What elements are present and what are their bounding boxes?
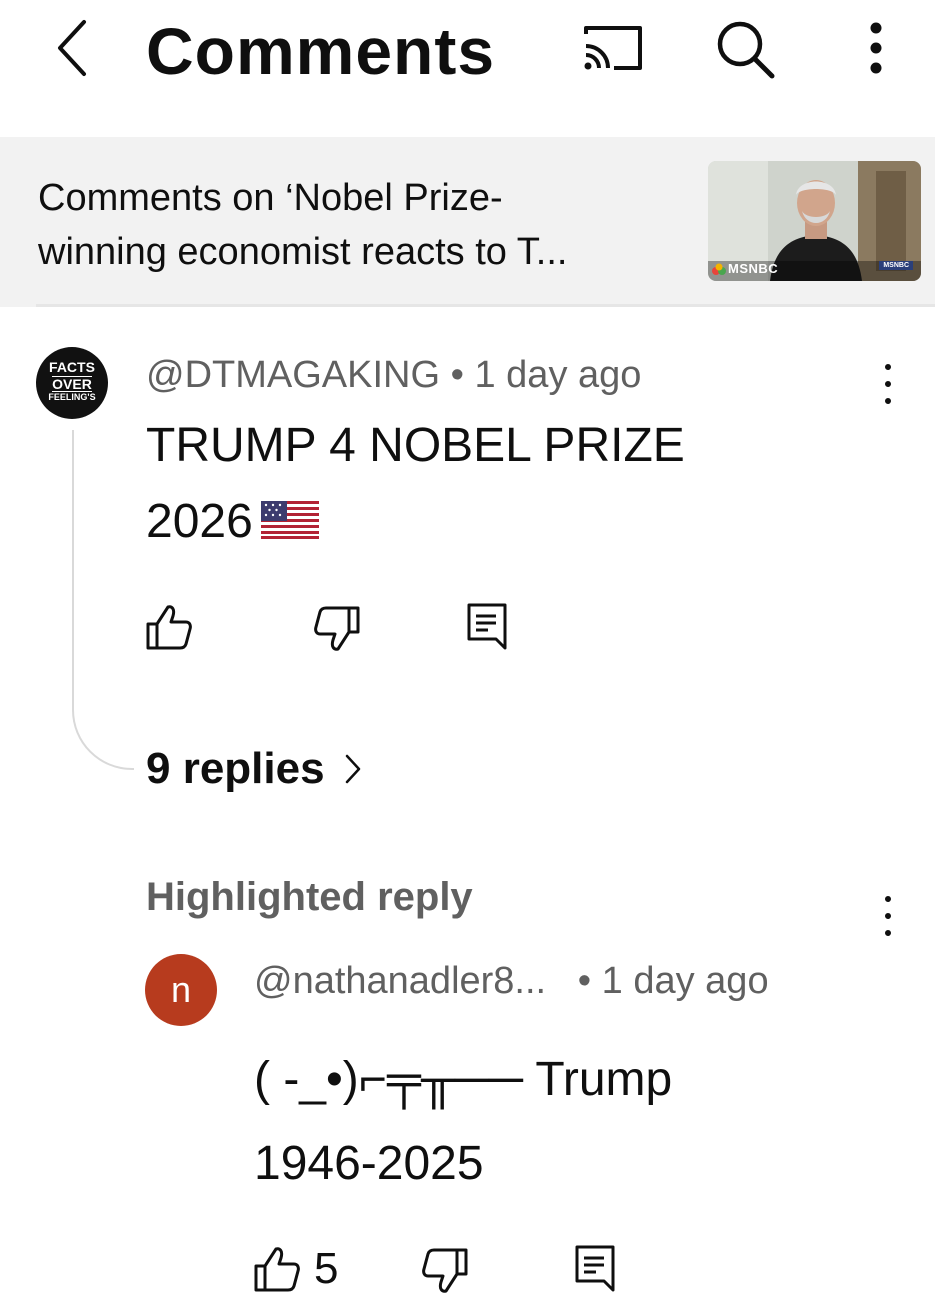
- video-title: Comments on ‘Nobel Prize- winning econom…: [38, 171, 698, 279]
- reply-like-button[interactable]: [252, 1244, 302, 1294]
- thumbs-down-icon: [314, 606, 360, 651]
- avatar-text-3: FEELING'S: [48, 392, 96, 402]
- dot-icon: [885, 896, 891, 902]
- search-icon: [717, 21, 775, 79]
- more-options-button[interactable]: [858, 18, 894, 80]
- comment-meta: @DTMAGAKING • 1 day ago: [146, 352, 641, 398]
- us-flag-emoji: [260, 486, 319, 562]
- thumbs-down-icon: [422, 1248, 468, 1293]
- reply-button[interactable]: [464, 602, 514, 652]
- back-button[interactable]: [48, 14, 96, 82]
- view-replies-button[interactable]: 9 replies: [146, 740, 363, 798]
- video-title-line-1: Comments on ‘Nobel Prize-: [38, 177, 503, 219]
- chevron-left-icon: [58, 20, 86, 76]
- dislike-button[interactable]: [312, 604, 362, 654]
- comment-text-line-2-text: 2026: [146, 495, 253, 548]
- dot-icon: [885, 930, 891, 936]
- divider: [36, 304, 935, 307]
- reply-time: 1 day ago: [601, 960, 769, 1002]
- avatar-letter: n: [170, 969, 192, 1010]
- reply-text-line-2: 1946-2025: [254, 1137, 484, 1190]
- comment-text-line-1: TRUMP 4 NOBEL PRIZE: [146, 419, 685, 472]
- comment-reply-icon: [575, 1245, 615, 1292]
- reply-text-line-1: ( -_•)⌐╤╥── Trump: [254, 1053, 673, 1106]
- us-flag-icon: [260, 501, 319, 540]
- highlighted-reply-label: Highlighted reply: [146, 875, 473, 919]
- comment-time: 1 day ago: [474, 354, 642, 396]
- reply-author-avatar[interactable]: n: [145, 954, 217, 1026]
- reply-author[interactable]: @nathanadler8...: [254, 960, 546, 1002]
- top-app-bar: Comments: [0, 0, 935, 136]
- reply-dislike-button[interactable]: [420, 1246, 470, 1296]
- chevron-right-icon: [345, 754, 360, 784]
- reply-like-count: 5: [314, 1244, 339, 1293]
- comment-text-line-2: 2026: [146, 484, 685, 562]
- avatar-text-1: FACTS: [49, 359, 95, 375]
- thumbnail-badge: MSNBC: [879, 261, 913, 270]
- search-button[interactable]: [712, 16, 778, 82]
- commenter-avatar[interactable]: FACTS OVER FEELING'S: [36, 347, 108, 419]
- reply-text: ( -_•)⌐╤╥── Trump 1946-2025: [254, 1038, 672, 1206]
- video-thumbnail[interactable]: MSNBC MSNBC: [708, 161, 921, 281]
- reply-more-button[interactable]: [878, 896, 898, 936]
- meta-separator: •: [450, 354, 475, 396]
- more-vertical-icon: [870, 22, 882, 74]
- video-title-line-2: winning economist reacts to T...: [38, 231, 568, 273]
- dot-icon: [885, 398, 891, 404]
- cast-icon: [584, 26, 642, 70]
- video-info-banner[interactable]: Comments on ‘Nobel Prize- winning econom…: [0, 137, 935, 307]
- reply-reply-button[interactable]: [572, 1244, 622, 1294]
- thumbs-up-icon: [146, 605, 192, 650]
- comment-reply-icon: [467, 603, 507, 650]
- reply-meta: @nathanadler8... • 1 day ago: [254, 958, 769, 1004]
- thread-connector: [72, 430, 134, 770]
- dot-icon: [885, 381, 891, 387]
- replies-count-label: 9 replies: [146, 744, 325, 793]
- thumbs-up-icon: [254, 1247, 300, 1292]
- comment-text: TRUMP 4 NOBEL PRIZE 2026: [146, 408, 685, 562]
- thumbnail-brand-label: MSNBC: [728, 261, 779, 276]
- comment-more-button[interactable]: [878, 364, 898, 404]
- dot-icon: [885, 913, 891, 919]
- meta-separator: •: [556, 960, 602, 1002]
- avatar-text-2: OVER: [52, 376, 92, 392]
- page-title: Comments: [146, 14, 496, 88]
- cast-button[interactable]: [578, 20, 648, 76]
- dot-icon: [885, 364, 891, 370]
- comment-author[interactable]: @DTMAGAKING: [146, 354, 440, 396]
- like-button[interactable]: [144, 602, 194, 652]
